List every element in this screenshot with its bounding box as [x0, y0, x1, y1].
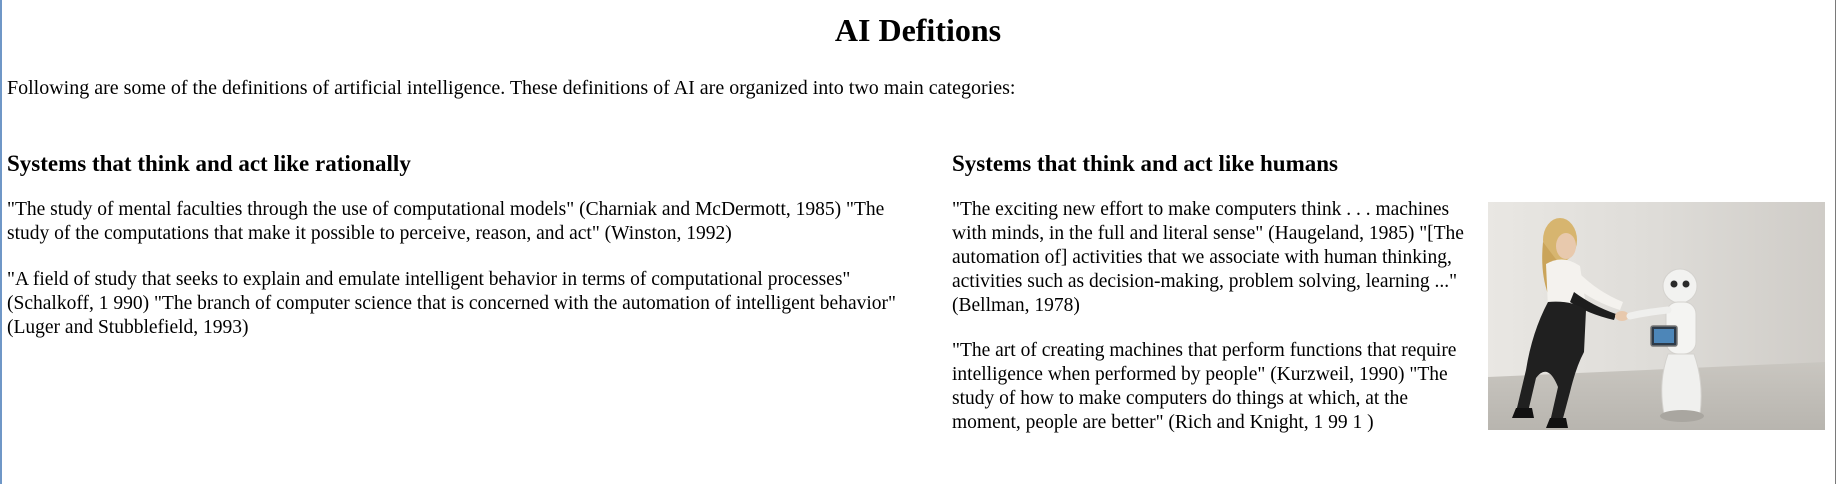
human-systems-section: Systems that think and act like humans "… [952, 150, 1472, 456]
woman-robot-handshake-illustration [1488, 202, 1825, 430]
window-left-border [0, 0, 2, 484]
human-definition-paragraph-2: "The art of creating machines that perfo… [952, 340, 1457, 433]
page-title: AI Defitions [834, 12, 1002, 48]
rational-systems-heading: Systems that think and act like rational… [7, 151, 411, 176]
woman-robot-handshake-photo [1488, 202, 1825, 430]
rational-definition-paragraph-1: "The study of mental faculties through t… [7, 199, 885, 244]
human-systems-heading: Systems that think and act like humans [952, 151, 1338, 176]
human-definition-paragraph-1: "The exciting new effort to make compute… [952, 199, 1464, 316]
intro-text: Following are some of the definitions of… [7, 77, 1016, 99]
rational-systems-section: Systems that think and act like rational… [7, 150, 927, 362]
rational-definition-paragraph-2: "A field of study that seeks to explain … [7, 269, 896, 338]
